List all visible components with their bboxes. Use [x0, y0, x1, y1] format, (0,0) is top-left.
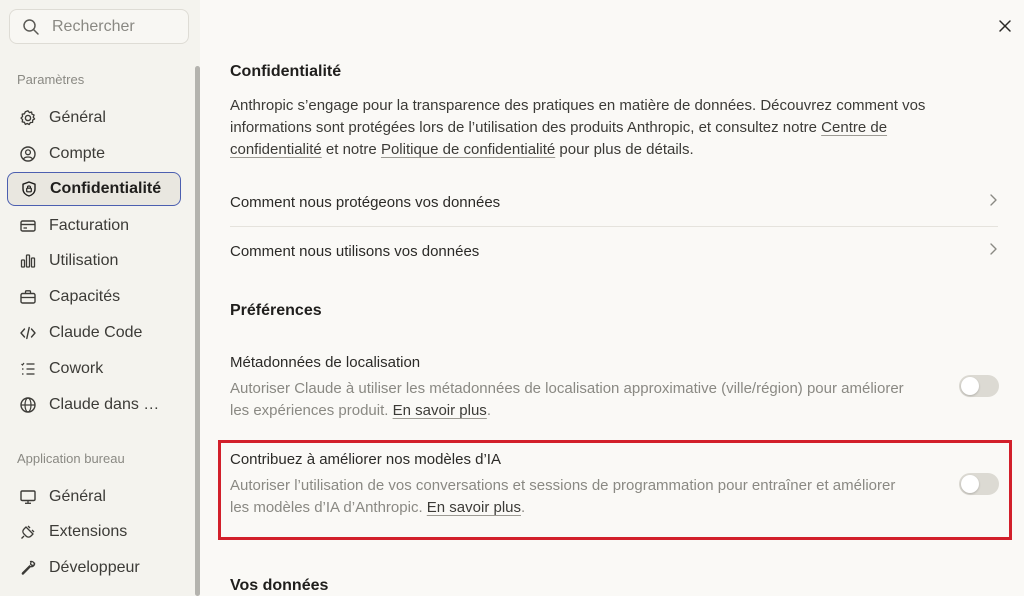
learn-more-link[interactable]: En savoir plus [393, 402, 487, 419]
sidebar-item-label: Compte [49, 145, 106, 162]
row-label: Comment nous utilisons vos données [230, 242, 480, 260]
code-icon [7, 324, 49, 342]
pref-desc-text: Autoriser Claude à utiliser les métadonn… [230, 380, 904, 419]
sidebar-item-account[interactable]: Compte [7, 137, 181, 171]
sidebar-item-label: Claude dans … [49, 396, 160, 413]
sidebar-item-claude-code[interactable]: Claude Code [7, 316, 181, 350]
toolbox-icon [7, 288, 49, 306]
list-icon [7, 360, 49, 378]
sidebar-item-label: Facturation [49, 217, 130, 234]
gear-icon [7, 109, 49, 127]
shield-icon [8, 180, 50, 198]
settings-section-title: Paramètres [17, 72, 85, 87]
search-icon [10, 18, 52, 36]
credit-card-icon [7, 217, 49, 235]
sidebar-item-developer[interactable]: Développeur [7, 551, 181, 585]
monitor-icon [7, 488, 49, 506]
location-metadata-description: Autoriser Claude à utiliser les métadonn… [230, 380, 904, 419]
search-placeholder: Rechercher [52, 17, 135, 35]
toggle-knob [961, 377, 979, 395]
sidebar-item-privacy[interactable]: Confidentialité [7, 172, 181, 206]
sidebar-item-label: Développeur [49, 559, 140, 576]
preferences-heading: Préférences [230, 302, 322, 319]
sidebar-item-label: Général [49, 109, 106, 126]
globe-icon [7, 396, 49, 414]
highlight-box [218, 440, 1012, 540]
chevron-right-icon [988, 242, 998, 260]
sidebar-item-cowork[interactable]: Cowork [7, 352, 181, 386]
sidebar-item-desktop-general[interactable]: Général [7, 480, 181, 514]
sidebar-item-label: Extensions [49, 523, 128, 540]
sidebar-item-label: Utilisation [49, 252, 119, 269]
privacy-description: Anthropic s’engage pour la transparence … [230, 95, 980, 161]
search-input[interactable]: Rechercher [9, 9, 189, 44]
sidebar-item-label: Claude Code [49, 324, 143, 341]
sidebar-item-label: Général [49, 488, 106, 505]
sidebar-scrollbar[interactable] [195, 66, 200, 596]
sidebar-item-billing[interactable]: Facturation [7, 209, 181, 243]
sidebar-item-label: Confidentialité [50, 180, 162, 197]
wrench-icon [7, 559, 49, 577]
settings-sidebar: Rechercher Paramètres Général Compte Con… [0, 0, 200, 596]
sidebar-item-extensions[interactable]: Extensions [7, 515, 181, 549]
bar-chart-icon [7, 252, 49, 270]
sidebar-item-usage[interactable]: Utilisation [7, 244, 181, 278]
location-metadata-toggle[interactable] [959, 375, 999, 397]
chevron-right-icon [988, 193, 998, 211]
plug-icon [7, 523, 49, 541]
use-data-row[interactable]: Comment nous utilisons vos données [230, 227, 998, 275]
privacy-policy-link[interactable]: Politique de confidentialité [381, 141, 555, 158]
user-circle-icon [7, 145, 49, 163]
protect-data-row[interactable]: Comment nous protégeons vos données [230, 178, 998, 226]
row-label: Comment nous protégeons vos données [230, 193, 501, 211]
desktop-section-title: Application bureau [17, 451, 125, 466]
sidebar-item-label: Capacités [49, 288, 121, 305]
privacy-heading: Confidentialité [230, 63, 342, 80]
location-metadata-title: Métadonnées de localisation [230, 354, 421, 371]
close-button[interactable] [995, 18, 1015, 38]
close-icon [998, 19, 1012, 38]
sidebar-item-general[interactable]: Général [7, 101, 181, 135]
sidebar-item-capabilities[interactable]: Capacités [7, 280, 181, 314]
your-data-heading: Vos données [230, 577, 329, 594]
sidebar-item-label: Cowork [49, 360, 104, 377]
privacy-desc-text: et notre [321, 141, 381, 158]
privacy-desc-text: pour plus de détails. [555, 141, 694, 158]
sidebar-item-claude-in[interactable]: Claude dans … [7, 388, 181, 422]
